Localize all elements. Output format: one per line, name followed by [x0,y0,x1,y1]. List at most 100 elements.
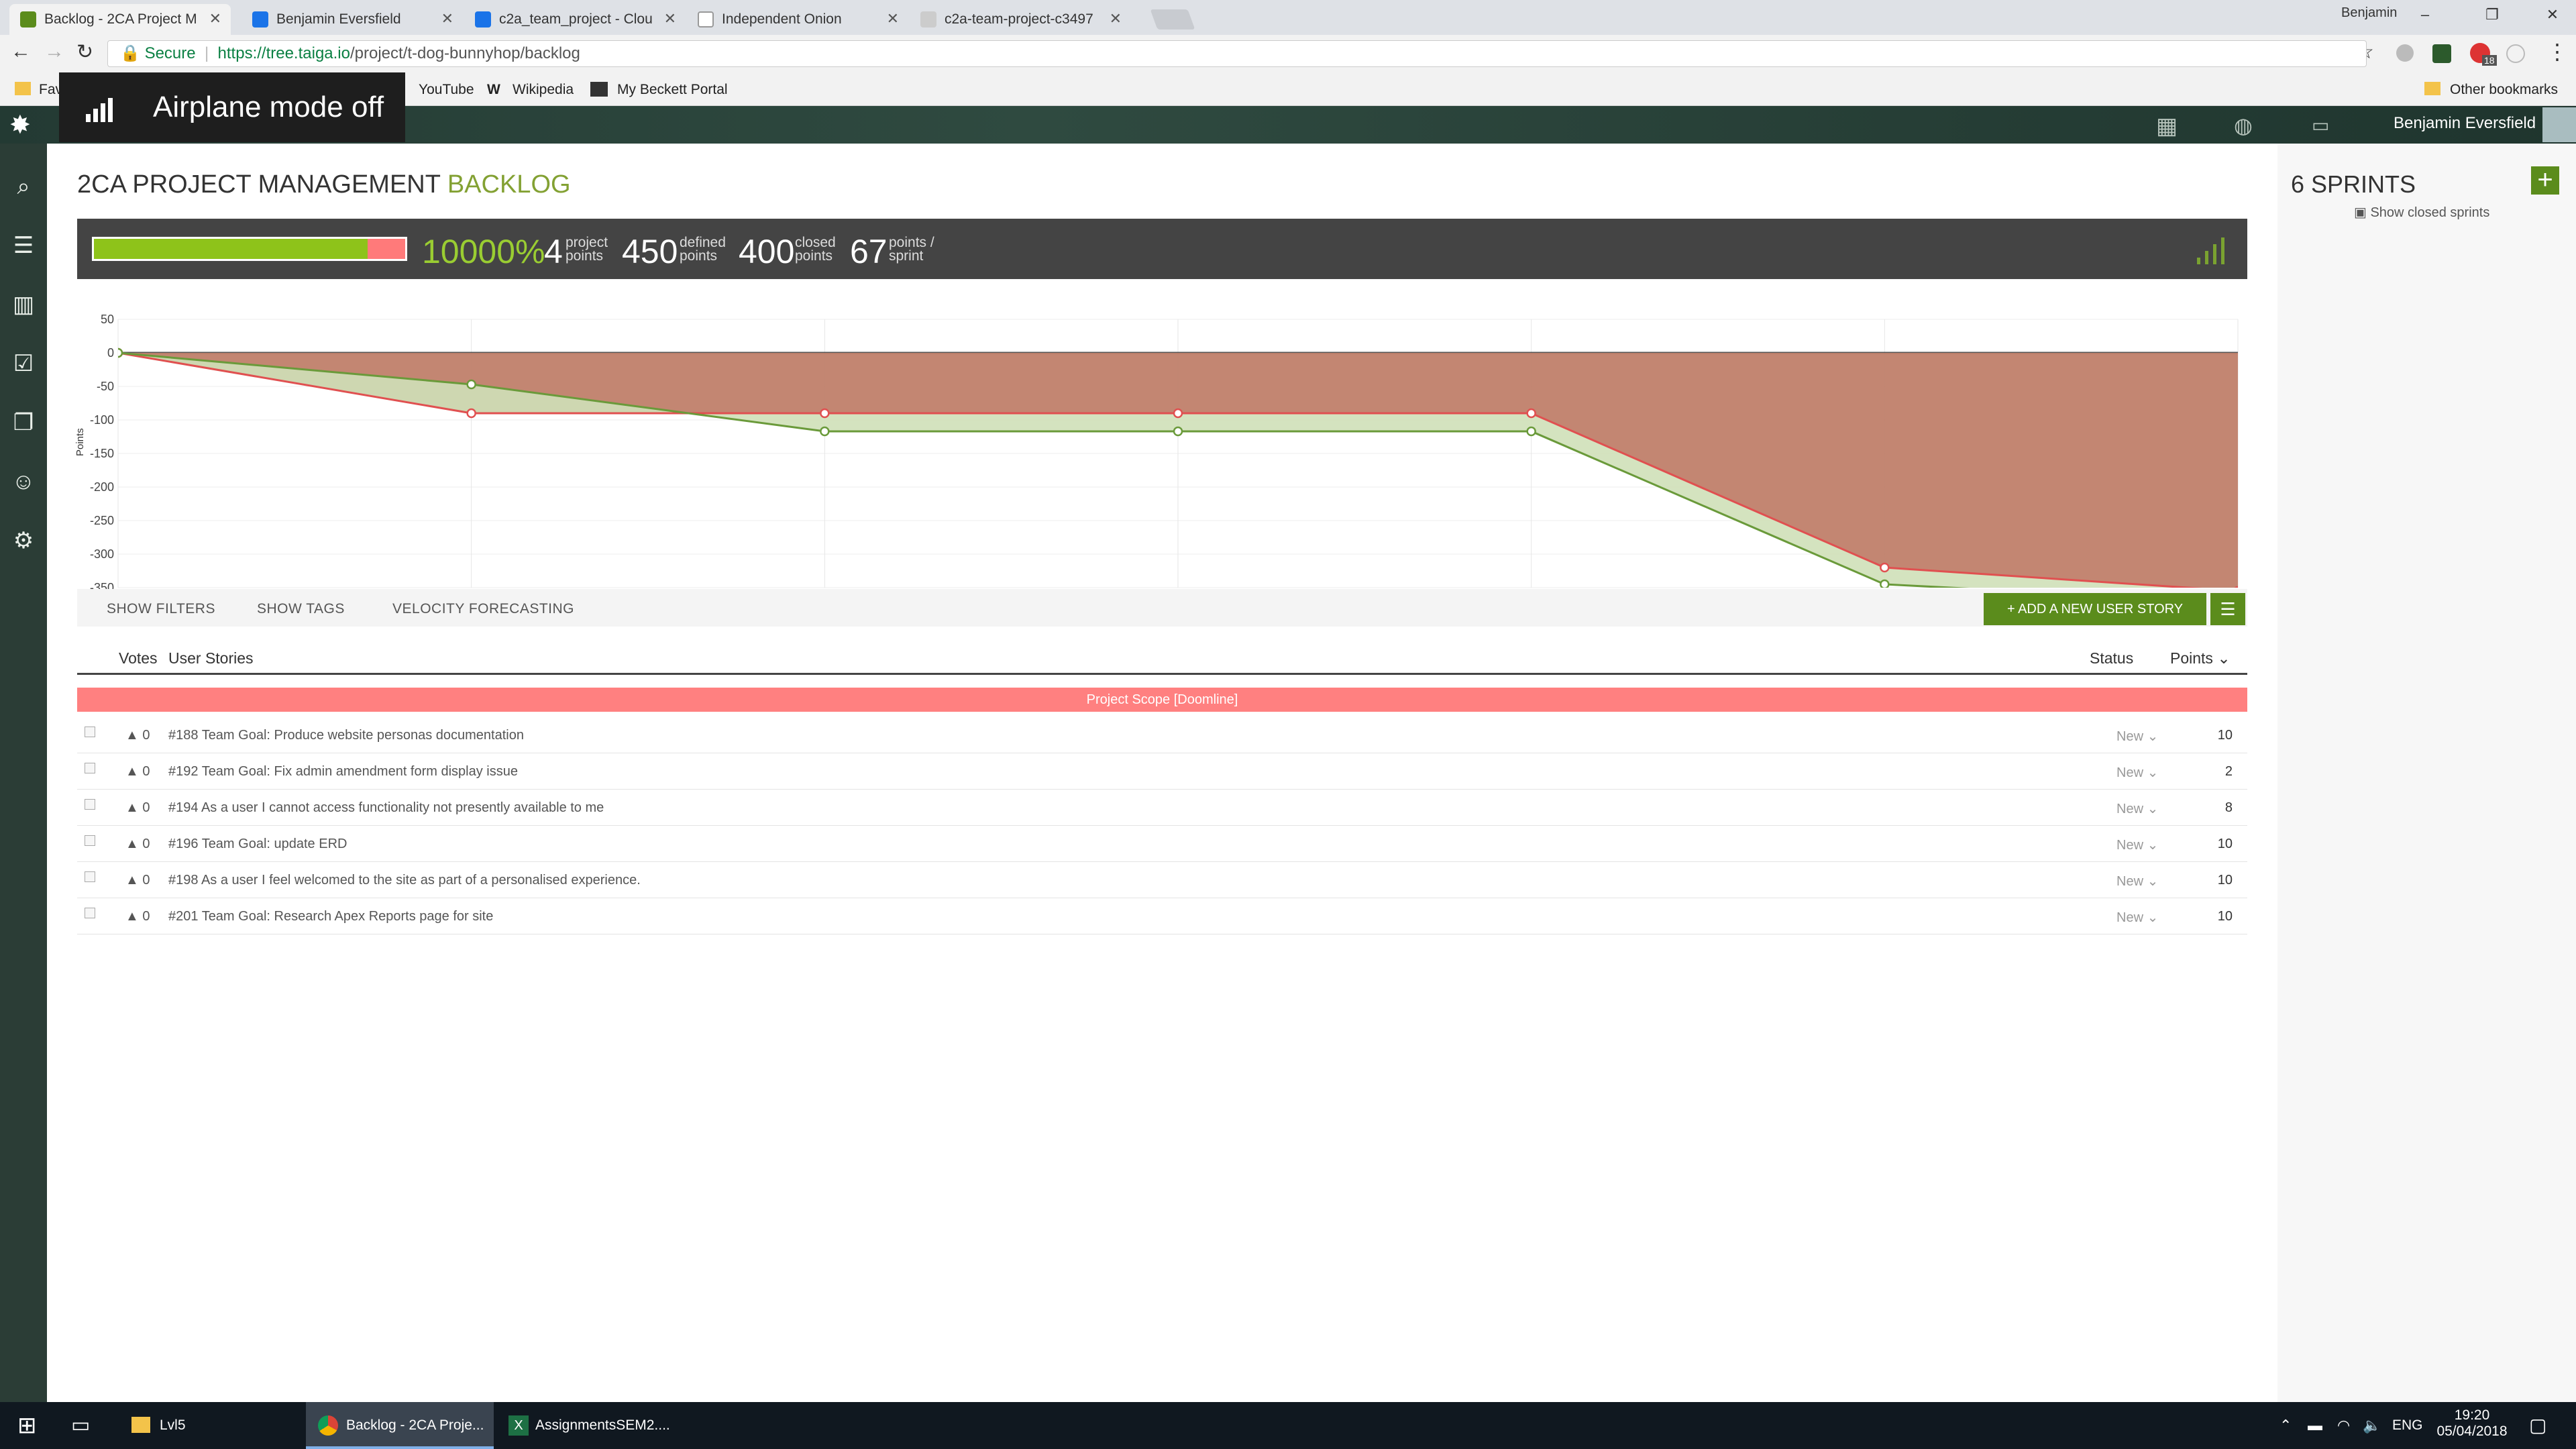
volume-icon[interactable]: 🔈 [2363,1402,2381,1449]
status-dropdown[interactable]: New ⌄ [2116,800,2158,817]
show-tags-button[interactable]: SHOW TAGS [257,601,345,617]
taiga-logo-icon[interactable]: ✸ [9,110,31,140]
taskbar-item-lvl5[interactable]: Lvl5 [121,1402,302,1449]
upvote-icon[interactable]: ▲ [125,909,139,924]
vote-control[interactable]: ▲ 0 [125,909,150,924]
vote-control[interactable]: ▲ 0 [125,837,150,852]
kanban-icon[interactable]: ▥ [10,291,37,318]
settings-gear-icon[interactable]: ⚙ [10,527,37,554]
table-row[interactable]: ▲ 0 #188 Team Goal: Produce website pers… [77,717,2247,753]
points-column-header[interactable]: Points ⌄ [2170,649,2231,667]
table-row[interactable]: ▲ 0 #198 As a user I feel welcomed to th… [77,862,2247,898]
show-closed-sprints-link[interactable]: ▣ Show closed sprints [2354,204,2489,221]
other-bookmarks[interactable]: Other bookmarks [2450,82,2558,98]
story-subject[interactable]: #194 As a user I cannot access functiona… [168,800,604,816]
extension-icon[interactable] [2396,44,2414,62]
wiki-icon[interactable]: ❐ [10,409,37,436]
input-language[interactable]: ENG [2392,1402,2423,1449]
table-row[interactable]: ▲ 0 #201 Team Goal: Research Apex Report… [77,898,2247,934]
browser-tab-c2a-team-project-c3497[interactable]: c2a-team-project-c3497 ✕ [910,4,1131,35]
upvote-icon[interactable]: ▲ [125,764,139,779]
story-points[interactable]: 10 [2218,873,2233,888]
story-points[interactable]: 2 [2225,764,2233,780]
status-dropdown[interactable]: New ⌄ [2116,909,2158,926]
network-icon[interactable]: ◠ [2337,1402,2350,1449]
timeline-icon[interactable]: ☰ [10,232,37,259]
projects-grid-icon[interactable]: ▦ [2156,113,2178,140]
story-subject[interactable]: #196 Team Goal: update ERD [168,837,347,852]
row-checkbox[interactable] [85,763,95,773]
story-points[interactable]: 10 [2218,837,2233,852]
minimize-icon[interactable]: – [2395,0,2455,30]
vote-control[interactable]: ▲ 0 [125,728,150,743]
vote-control[interactable]: ▲ 0 [125,764,150,780]
story-subject[interactable]: #201 Team Goal: Research Apex Reports pa… [168,909,493,924]
clock[interactable]: 19:20 05/04/2018 [2435,1402,2509,1449]
status-dropdown[interactable]: New ⌄ [2116,873,2158,890]
bookmark-wikipedia[interactable]: Wikipedia [513,82,574,98]
vote-control[interactable]: ▲ 0 [125,873,150,888]
back-icon[interactable]: ← [11,40,31,63]
velocity-forecasting-button[interactable]: VELOCITY FORECASTING [392,601,574,617]
story-subject[interactable]: #192 Team Goal: Fix admin amendment form… [168,764,518,780]
browser-tab-backlog[interactable]: Backlog - 2CA Project M ✕ [9,4,231,35]
status-dropdown[interactable]: New ⌄ [2116,728,2158,745]
team-icon[interactable]: ☺ [10,468,37,495]
forward-icon[interactable]: → [44,40,64,63]
address-bar[interactable]: 🔒 Secure | https://tree.taiga.io/project… [107,40,2367,67]
profile-name[interactable]: Benjamin [2341,5,2397,21]
show-filters-button[interactable]: SHOW FILTERS [107,601,215,617]
avatar[interactable] [2542,107,2576,142]
row-checkbox[interactable] [85,908,95,918]
close-icon[interactable]: ✕ [441,10,453,28]
extension-shield-icon[interactable] [2432,44,2451,63]
windows-start-icon[interactable]: ⊞ [17,1402,37,1449]
bookmark-youtube[interactable]: YouTube [419,82,474,98]
restore-icon[interactable]: ❐ [2462,0,2522,30]
new-tab-button[interactable] [1150,9,1195,30]
graph-toggle-icon[interactable] [2197,235,2229,264]
browser-tab-independent-onion[interactable]: Independent Onion ✕ [687,4,908,35]
add-sprint-button[interactable]: + [2531,166,2559,195]
issues-icon[interactable]: ☑ [10,350,37,377]
user-name[interactable]: Benjamin Eversfield [2394,114,2536,133]
upvote-icon[interactable]: ▲ [125,837,139,851]
row-checkbox[interactable] [85,799,95,810]
taskbar-item-chrome[interactable]: Backlog - 2CA Proje... [306,1402,494,1449]
upvote-icon[interactable]: ▲ [125,873,139,888]
taskbar-item-excel[interactable]: X AssignmentsSEM2.... [498,1402,678,1449]
browser-tab-c2a-team-project[interactable]: c2a_team_project - Clou ✕ [464,4,686,35]
bookmark-beckett-portal[interactable]: My Beckett Portal [617,82,728,98]
notification-center-icon[interactable]: ▢ [2529,1402,2546,1449]
extension-circle-icon[interactable] [2506,44,2525,63]
search-icon[interactable]: ⌕ [10,173,37,200]
upvote-icon[interactable]: ▲ [125,800,139,815]
close-icon[interactable]: ✕ [1110,10,1122,28]
table-row[interactable]: ▲ 0 #192 Team Goal: Fix admin amendment … [77,753,2247,790]
reload-icon[interactable]: ↻ [76,40,93,64]
close-window-icon[interactable]: ✕ [2522,0,2576,30]
story-points[interactable]: 10 [2218,909,2233,924]
discover-icon[interactable]: ◍ [2234,113,2253,138]
chevron-up-icon[interactable]: ⌃ [2279,1402,2292,1449]
status-dropdown[interactable]: New ⌄ [2116,764,2158,781]
add-user-story-button[interactable]: + ADD A NEW USER STORY [1984,593,2206,625]
menu-kebab-icon[interactable]: ⋮ [2546,39,2568,64]
upvote-icon[interactable]: ▲ [125,728,139,743]
bulk-add-list-icon[interactable]: ☰ [2210,593,2245,625]
close-icon[interactable]: ✕ [209,10,221,28]
close-icon[interactable]: ✕ [887,10,899,28]
story-points[interactable]: 10 [2218,728,2233,743]
tray-drive-icon[interactable]: ▬ [2308,1402,2322,1449]
row-checkbox[interactable] [85,727,95,737]
story-subject[interactable]: #188 Team Goal: Produce website personas… [168,728,524,743]
browser-tab-profile[interactable]: Benjamin Eversfield ✕ [241,4,463,35]
close-icon[interactable]: ✕ [664,10,676,28]
task-view-icon[interactable]: ▭ [71,1402,90,1449]
vote-control[interactable]: ▲ 0 [125,800,150,816]
row-checkbox[interactable] [85,835,95,846]
table-row[interactable]: ▲ 0 #196 Team Goal: update ERD New ⌄ 10 [77,826,2247,862]
notifications-icon[interactable]: ▭ [2312,114,2329,136]
row-checkbox[interactable] [85,871,95,882]
story-subject[interactable]: #198 As a user I feel welcomed to the si… [168,873,641,888]
